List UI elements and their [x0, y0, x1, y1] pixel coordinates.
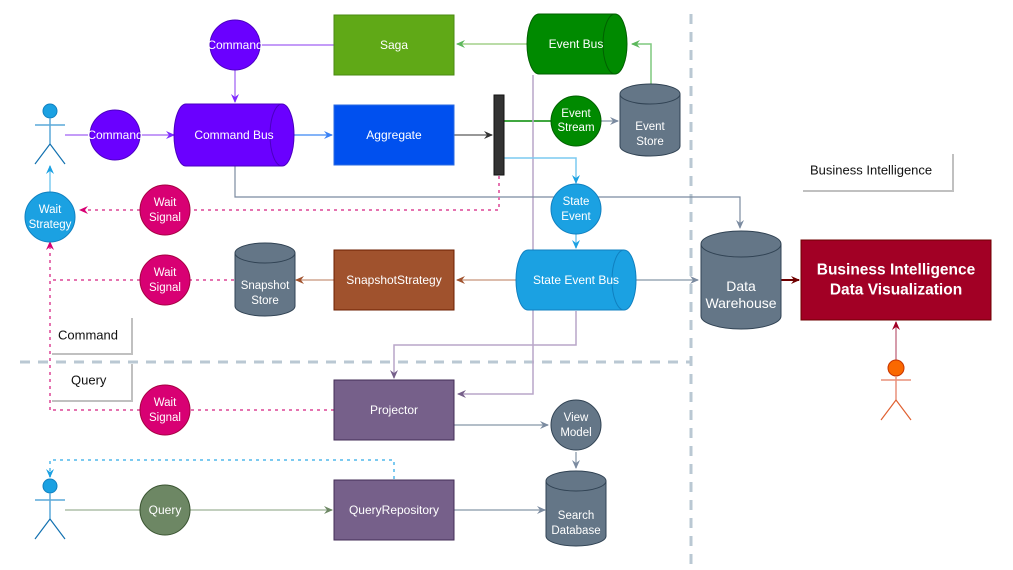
view-model-label-line1: View: [564, 412, 589, 424]
bi-visualization-label-line2: Data Visualization: [830, 282, 962, 299]
bi-visualization-node[interactable]: Business Intelligence Data Visualization: [800, 239, 992, 321]
zone-label-query-text: Query: [71, 373, 107, 388]
zone-label-bi-text: Business Intelligence: [810, 163, 932, 178]
event-store-node[interactable]: Event Store: [619, 83, 681, 157]
event-bus-label: Event Bus: [549, 37, 604, 51]
command-top-node[interactable]: Command: [207, 19, 263, 71]
saga-node[interactable]: Saga: [333, 14, 455, 76]
wait-strategy-label-line1: Wait: [39, 204, 62, 216]
wait-signal-1-label-line1: Wait: [154, 197, 177, 209]
event-store-label-line1: Event: [635, 121, 665, 133]
search-database-label-line1: Search: [558, 510, 594, 522]
edge-state-event-bus-projector: [390, 311, 577, 379]
wait-signal-2-label-line2: Signal: [149, 282, 181, 294]
state-event-label-line1: State: [563, 196, 590, 208]
bi-visualization-label-line1: Business Intelligence: [817, 262, 976, 279]
query-label: Query: [149, 503, 182, 517]
state-event-node[interactable]: State Event: [550, 183, 602, 235]
event-splitter-bar[interactable]: [493, 94, 505, 176]
command-bus-label: Command Bus: [194, 128, 273, 142]
wait-signal-2-label-line1: Wait: [154, 267, 177, 279]
command-top-label: Command: [207, 38, 262, 52]
event-bus-node[interactable]: Event Bus: [526, 13, 628, 75]
state-event-label-line2: Event: [561, 211, 591, 223]
projector-label: Projector: [370, 403, 418, 417]
view-model-node[interactable]: View Model: [550, 399, 602, 451]
wait-signal-1-label-line2: Signal: [149, 212, 181, 224]
search-database-label-line2: Database: [551, 525, 600, 537]
wait-signal-3-label-line2: Signal: [149, 412, 181, 424]
zone-label-command: Command: [52, 318, 133, 355]
saga-label: Saga: [380, 38, 408, 52]
zone-label-command-text: Command: [58, 328, 118, 343]
edge-event-store-event-bus: [631, 40, 652, 84]
search-database-node[interactable]: Search Database: [545, 470, 607, 547]
snapshot-store-node[interactable]: Snapshot Store: [234, 242, 296, 317]
command-left-label: Command: [87, 128, 142, 142]
state-event-bus-node[interactable]: State Event Bus: [515, 249, 637, 311]
event-stream-node[interactable]: Event Stream: [550, 95, 602, 147]
wait-signal-2-node[interactable]: Wait Signal: [139, 254, 191, 306]
snapshot-store-label-line2: Store: [251, 295, 279, 307]
edge-splitter-wait-signal-1: [190, 176, 500, 211]
query-node[interactable]: Query: [139, 484, 191, 536]
snapshot-strategy-label: SnapshotStrategy: [346, 273, 441, 287]
state-event-bus-label: State Event Bus: [533, 273, 619, 287]
event-stream-label-line2: Stream: [557, 122, 594, 134]
zone-label-query: Query: [52, 364, 133, 402]
event-store-label-line2: Store: [636, 136, 664, 148]
edge-command-bus-data-warehouse: [234, 166, 744, 229]
data-warehouse-node[interactable]: Data Warehouse: [700, 230, 782, 330]
wait-signal-1-node[interactable]: Wait Signal: [139, 184, 191, 236]
snapshot-strategy-node[interactable]: SnapshotStrategy: [333, 249, 455, 311]
query-repository-node[interactable]: QueryRepository: [333, 479, 455, 541]
aggregate-node[interactable]: Aggregate: [333, 104, 455, 166]
command-left-node[interactable]: Command: [87, 109, 143, 161]
query-repository-label: QueryRepository: [349, 503, 439, 517]
wait-strategy-node[interactable]: Wait Strategy: [24, 191, 76, 243]
bi-actor-icon[interactable]: [880, 359, 912, 421]
edge-splitter-state-event: [503, 157, 580, 184]
data-warehouse-label-line2: Warehouse: [705, 295, 776, 311]
wait-signal-3-node[interactable]: Wait Signal: [139, 384, 191, 436]
wait-signal-3-label-line1: Wait: [154, 397, 177, 409]
command-actor-icon[interactable]: [34, 103, 66, 165]
snapshot-store-label-line1: Snapshot: [241, 280, 290, 292]
edge-query-repository-query-actor: [46, 459, 395, 479]
wait-strategy-label-line2: Strategy: [29, 219, 72, 231]
data-warehouse-label-line1: Data: [726, 278, 756, 294]
query-actor-icon[interactable]: [34, 478, 66, 540]
event-stream-label-line1: Event: [561, 108, 591, 120]
command-bus-node[interactable]: Command Bus: [173, 103, 295, 167]
architecture-diagram: Command Query Business Intelligence Comm…: [20, 13, 992, 568]
aggregate-label: Aggregate: [366, 128, 422, 142]
projector-node[interactable]: Projector: [333, 379, 455, 441]
view-model-label-line2: Model: [560, 427, 591, 439]
zone-label-business-intelligence: Business Intelligence: [803, 154, 954, 192]
